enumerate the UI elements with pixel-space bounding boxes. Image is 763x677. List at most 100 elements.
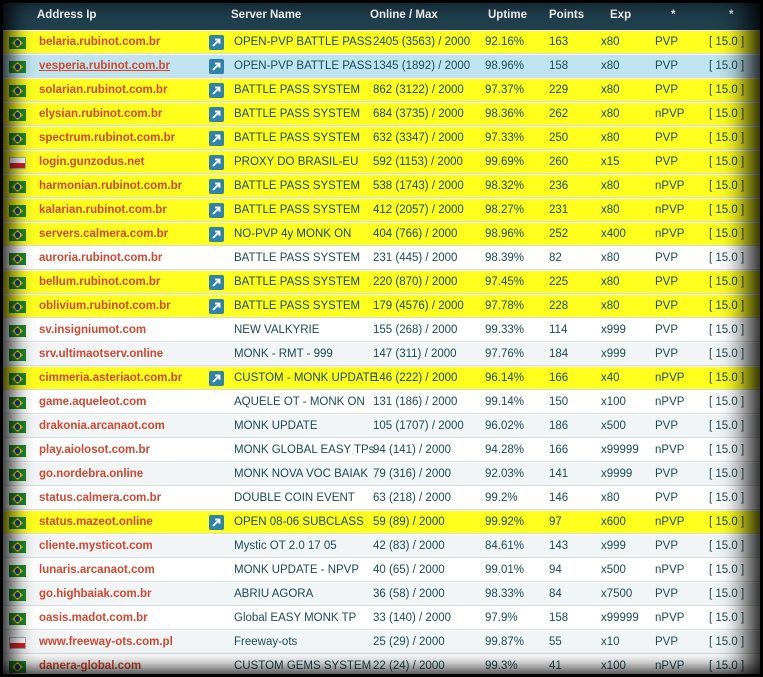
table-row[interactable]: drakonia.arcanaot.com MONK UPDATE 105 (170… [0,415,763,438]
header-exp[interactable]: Exp [610,9,631,21]
points-value: 229 [549,84,569,96]
server-address-link[interactable]: oblivium.rubinot.com.br [39,300,171,312]
table-row[interactable]: oblivium.rubinot.com.br BATTLE PASS SYSTE… [0,295,763,318]
server-address-link[interactable]: sv.insigniumot.com [39,324,146,336]
table-row[interactable]: www.freeway-ots.com.pl Freeway-ots 25 (29)… [0,631,763,654]
server-address-link[interactable]: drakonia.arcanaot.com [39,420,165,432]
points-value: 166 [549,444,569,456]
server-address-link[interactable]: go.highbaiak.com.br [39,588,151,600]
table-row[interactable]: kalarian.rubinot.com.br BATTLE PASS SYSTE… [0,199,763,222]
external-link-icon[interactable] [209,83,224,98]
server-address-link[interactable]: srv.ultimaotserv.online [39,348,163,360]
server-address-link[interactable]: solarian.rubinot.com.br [39,84,167,96]
table-row[interactable]: srv.ultimaotserv.online MONK - RMT - 999 1… [0,343,763,366]
server-address-link[interactable]: cliente.mysticot.com [39,540,153,552]
table-row[interactable]: cliente.mysticot.com Mystic OT 2.0 17 05 4… [0,535,763,558]
server-address-link[interactable]: game.aqueleot.com [39,396,146,408]
client-version: [ 15.0 ] [709,492,745,504]
server-address-link[interactable]: elysian.rubinot.com.br [39,108,162,120]
server-address-link[interactable]: harmonian.rubinot.com.br [39,180,182,192]
table-row[interactable]: oasis.madot.com.br Global EASY MONK TP 33 … [0,607,763,630]
client-version: [ 15.0 ] [709,228,745,240]
external-link-icon[interactable] [209,227,224,242]
external-link-icon[interactable] [209,155,224,170]
header-version[interactable]: * [729,9,733,21]
header-address[interactable]: Address Ip [37,9,96,21]
table-row[interactable]: sv.insigniumot.com NEW VALKYRIE 155 (268) … [0,319,763,342]
external-link-icon[interactable] [209,179,224,194]
table-row[interactable]: status.mazeot.online OPEN 08-06 SUBCLASS 5… [0,511,763,534]
table-row[interactable]: lunaris.arcanaot.com MONK UPDATE - NPVP 40… [0,559,763,582]
table-row[interactable]: go.nordebra.online MONK NOVA VOC BAIAK 79 … [0,463,763,486]
table-row[interactable]: elysian.rubinot.com.br BATTLE PASS SYSTEM… [0,103,763,126]
server-address-link[interactable]: go.nordebra.online [39,468,143,480]
pvp-type: nPVP [655,516,685,528]
online-count: 404 (766) / 2000 [373,228,458,240]
external-link-icon[interactable] [209,299,224,314]
table-row[interactable]: bellum.rubinot.com.br BATTLE PASS SYSTEM 2… [0,271,763,294]
table-row[interactable]: servers.calmera.com.br NO-PVP 4y MONK ON 4… [0,223,763,246]
online-count: 179 (4576) / 2000 [373,300,464,312]
server-address-link[interactable]: status.calmera.com.br [39,492,161,504]
exp-rate: x80 [601,300,620,312]
server-address-link[interactable]: belaria.rubinot.com.br [39,36,160,48]
header-online-max[interactable]: Online / Max [370,9,438,21]
client-version: [ 15.0 ] [709,60,745,72]
server-address-link[interactable]: kalarian.rubinot.com.br [39,204,167,216]
server-address-link[interactable]: status.mazeot.online [39,516,153,528]
server-address-link[interactable]: www.freeway-ots.com.pl [39,636,173,648]
table-row[interactable]: go.highbaiak.com.br ABRIU AGORA 36 (58) / … [0,583,763,606]
table-row[interactable]: cimmeria.asteriaot.com.br CUSTOM - MONK U… [0,367,763,390]
server-address-link[interactable]: login.gunzodus.net [39,156,144,168]
header-pvp-type[interactable]: * [671,9,675,21]
client-version: [ 15.0 ] [709,132,745,144]
server-address-link[interactable]: lunaris.arcanaot.com [39,564,155,576]
header-uptime[interactable]: Uptime [488,9,527,21]
client-version: [ 15.0 ] [709,396,745,408]
uptime-value: 99.87% [485,636,525,648]
table-row[interactable]: belaria.rubinot.com.br OPEN-PVP BATTLE PA… [0,31,763,54]
header-server-name[interactable]: Server Name [231,9,301,21]
uptime-value: 99.69% [485,156,525,168]
external-link-icon[interactable] [209,203,224,218]
table-row[interactable]: danera-global.com CUSTOM GEMS SYSTEM 22 (2… [0,655,763,677]
brazil-flag-icon [9,469,26,481]
exp-rate: x80 [601,180,620,192]
table-row[interactable]: vesperia.rubinot.com.br OPEN-PVP BATTLE P… [0,55,763,78]
table-row[interactable]: solarian.rubinot.com.br BATTLE PASS SYSTE… [0,79,763,102]
table-row[interactable]: play.aiolosot.com.br MONK GLOBAL EASY TPs… [0,439,763,462]
exp-rate: x40 [601,372,620,384]
header-points[interactable]: Points [549,9,584,21]
client-version: [ 15.0 ] [709,324,745,336]
server-address-link[interactable]: servers.calmera.com.br [39,228,168,240]
external-link-icon[interactable] [209,371,224,386]
table-row[interactable]: login.gunzodus.net PROXY DO BRASIL-EU 592 … [0,151,763,174]
server-address-link[interactable]: danera-global.com [39,660,141,672]
server-address-link[interactable]: auroria.rubinot.com.br [39,252,162,264]
server-address-link[interactable]: cimmeria.asteriaot.com.br [39,372,182,384]
server-address-link[interactable]: vesperia.rubinot.com.br [39,60,170,72]
external-link-icon[interactable] [209,275,224,290]
points-value: 158 [549,612,569,624]
table-row[interactable]: spectrum.rubinot.com.br BATTLE PASS SYSTE… [0,127,763,150]
external-link-icon[interactable] [209,107,224,122]
online-count: 94 (141) / 2000 [373,444,452,456]
server-address-link[interactable]: play.aiolosot.com.br [39,444,150,456]
external-link-icon[interactable] [209,59,224,74]
table-row[interactable]: status.calmera.com.br DOUBLE COIN EVENT 63… [0,487,763,510]
server-address-link[interactable]: spectrum.rubinot.com.br [39,132,175,144]
server-address-link[interactable]: oasis.madot.com.br [39,612,148,624]
table-row[interactable]: harmonian.rubinot.com.br BATTLE PASS SYST… [0,175,763,198]
external-link-icon[interactable] [209,131,224,146]
table-row[interactable]: auroria.rubinot.com.br BATTLE PASS SYSTEM… [0,247,763,270]
server-name: Freeway-ots [234,636,298,648]
table-row[interactable]: game.aqueleot.com AQUELE OT - MONK ON 131 … [0,391,763,414]
pvp-type: nPVP [655,108,685,120]
uptime-value: 97.37% [485,84,525,96]
online-count: 220 (870) / 2000 [373,276,458,288]
external-link-icon[interactable] [209,35,224,50]
uptime-value: 99.3% [485,660,518,672]
server-address-link[interactable]: bellum.rubinot.com.br [39,276,160,288]
exp-rate: x500 [601,420,626,432]
external-link-icon[interactable] [209,515,224,530]
